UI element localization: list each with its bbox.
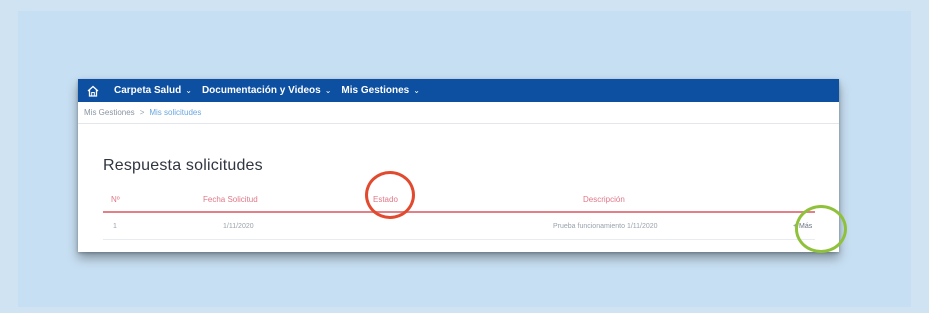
cell-number: 1 — [113, 223, 117, 230]
column-descripcion: Descripción — [583, 195, 625, 204]
table-header: Nº Fecha Solicitud Estado Descripción — [103, 193, 815, 207]
nav-item-label: Carpeta Salud — [114, 85, 182, 96]
breadcrumb-mis-gestiones[interactable]: Mis Gestiones — [84, 108, 135, 117]
breadcrumb: Mis Gestiones > Mis solicitudes — [78, 102, 839, 124]
nav-documentacion-videos[interactable]: Documentación y Videos ⌄ — [202, 85, 331, 96]
app-window: Carpeta Salud ⌄ Documentación y Videos ⌄… — [78, 79, 839, 252]
table-row: 1 1/11/2020 Prueba funcionamiento 1/11/2… — [103, 221, 815, 235]
estado-highlight-circle — [365, 171, 415, 219]
cell-descripcion: Prueba funcionamiento 1/11/2020 — [553, 223, 658, 230]
home-icon[interactable] — [86, 84, 100, 98]
header-divider — [103, 211, 815, 213]
nav-item-label: Documentación y Videos — [201, 85, 321, 96]
column-number: Nº — [111, 195, 120, 204]
cell-fecha: 1/11/2020 — [223, 223, 254, 230]
breadcrumb-mis-solicitudes[interactable]: Mis solicitudes — [149, 108, 201, 117]
page-title: Respuesta solicitudes — [103, 157, 263, 174]
top-navbar: Carpeta Salud ⌄ Documentación y Videos ⌄… — [78, 79, 839, 102]
chevron-down-icon: ⌄ — [185, 86, 192, 95]
nav-mis-gestiones[interactable]: Mis Gestiones ⌄ — [341, 85, 420, 96]
breadcrumb-separator: > — [139, 108, 145, 117]
more-highlight-circle — [795, 205, 847, 253]
row-divider — [103, 239, 815, 240]
column-fecha-solicitud: Fecha Solicitud — [203, 195, 258, 204]
chevron-down-icon: ⌄ — [413, 86, 420, 95]
nav-item-label: Mis Gestiones — [341, 85, 410, 96]
requests-card: Respuesta solicitudes Nº Fecha Solicitud… — [88, 144, 828, 244]
chevron-down-icon: ⌄ — [324, 86, 332, 95]
nav-carpeta-salud[interactable]: Carpeta Salud ⌄ — [114, 85, 192, 96]
